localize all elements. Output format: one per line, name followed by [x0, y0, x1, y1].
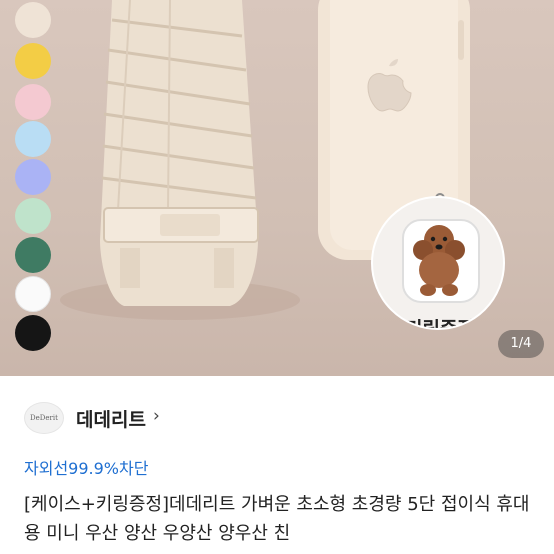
color-swatch-pink[interactable] [15, 84, 51, 120]
color-swatch-white[interactable] [15, 276, 51, 312]
product-image-gallery[interactable]: 키링증정 1/4 [0, 0, 554, 376]
keyring-gift-sticker: 키링증정 [371, 196, 505, 330]
store-logo: DeDerit [24, 402, 64, 434]
store-link[interactable]: DeDerit 데데리트 › [0, 398, 554, 438]
color-swatch-yellow[interactable] [15, 43, 51, 79]
product-title: [케이스+키링증정]데데리트 가벼운 초소형 초경량 5단 접이식 휴대용 미니… [24, 494, 530, 544]
keyring-gift-label: 키링증정 [405, 318, 475, 330]
chevron-right-icon: › [153, 406, 160, 426]
color-swatch-beige[interactable] [15, 2, 51, 38]
uv-protection-badge: 자외선99.9%차단 [24, 459, 149, 478]
umbrella-image [100, 0, 259, 306]
dog-keyring-icon [402, 219, 480, 303]
store-name[interactable]: 데데리트 [76, 405, 146, 432]
image-counter: 1/4 [498, 330, 544, 358]
color-swatch-lavender[interactable] [15, 159, 51, 195]
color-swatch-black[interactable] [15, 315, 51, 351]
color-swatch-sky[interactable] [15, 121, 51, 157]
color-swatch-mint[interactable] [15, 198, 51, 234]
color-swatch-green[interactable] [15, 237, 51, 273]
